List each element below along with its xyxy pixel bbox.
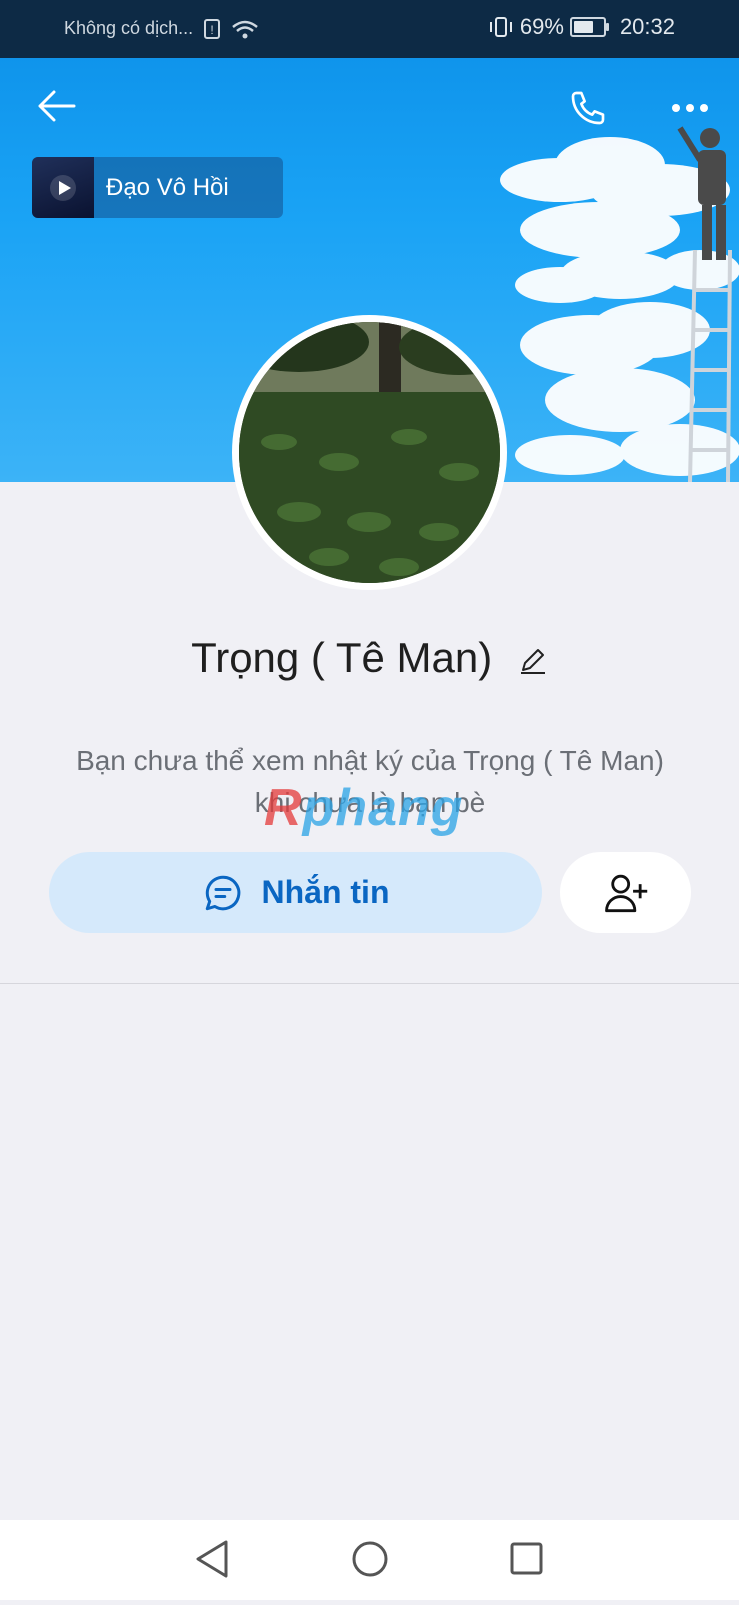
music-title: Đạo Vô Hồi <box>106 173 229 201</box>
chat-bubble-icon <box>205 875 240 910</box>
music-thumbnail <box>32 157 94 218</box>
add-friend-button[interactable] <box>560 852 691 933</box>
play-icon <box>50 175 76 201</box>
battery-percent: 69% <box>519 14 564 39</box>
profile-name: Trọng ( Tê Man) <box>191 634 493 681</box>
watermark-first: R <box>264 779 303 837</box>
arrow-left-icon <box>38 90 76 122</box>
message-button[interactable]: Nhắn tin <box>49 852 542 933</box>
add-user-icon <box>604 874 647 912</box>
clock: 20:32 <box>619 14 675 39</box>
watermark: Rphang <box>264 778 464 838</box>
watermark-rest: phang <box>302 779 464 837</box>
sim-alert-icon: ! <box>204 18 221 39</box>
system-nav-bar <box>0 1520 739 1600</box>
nav-icons <box>196 1540 543 1578</box>
music-chip[interactable]: Đạo Vô Hồi <box>32 157 283 218</box>
call-button[interactable] <box>566 86 610 130</box>
message-button-label: Nhắn tin <box>261 874 390 910</box>
phone-icon <box>571 91 605 125</box>
back-button[interactable] <box>34 88 78 124</box>
square-recents-icon[interactable] <box>510 1542 543 1575</box>
circle-home-icon[interactable] <box>352 1541 388 1577</box>
svg-text:!: ! <box>210 23 213 37</box>
more-button[interactable] <box>668 96 712 120</box>
pencil-icon <box>520 648 545 674</box>
avatar[interactable] <box>239 322 500 583</box>
vibrate-icon <box>489 17 512 37</box>
profile-name-row: Trọng ( Tê Man) <box>0 634 739 685</box>
section-divider <box>0 983 739 984</box>
avatar-image <box>239 322 500 583</box>
carrier-text: Không có dịch... <box>64 18 194 38</box>
wifi-icon <box>232 20 258 38</box>
more-horizontal-icon <box>672 104 708 112</box>
status-bar: Không có dịch... ! 69% 20:32 <box>0 0 739 58</box>
triangle-back-icon[interactable] <box>196 1540 228 1578</box>
battery-icon <box>569 17 609 37</box>
edit-name-button[interactable] <box>518 637 548 685</box>
